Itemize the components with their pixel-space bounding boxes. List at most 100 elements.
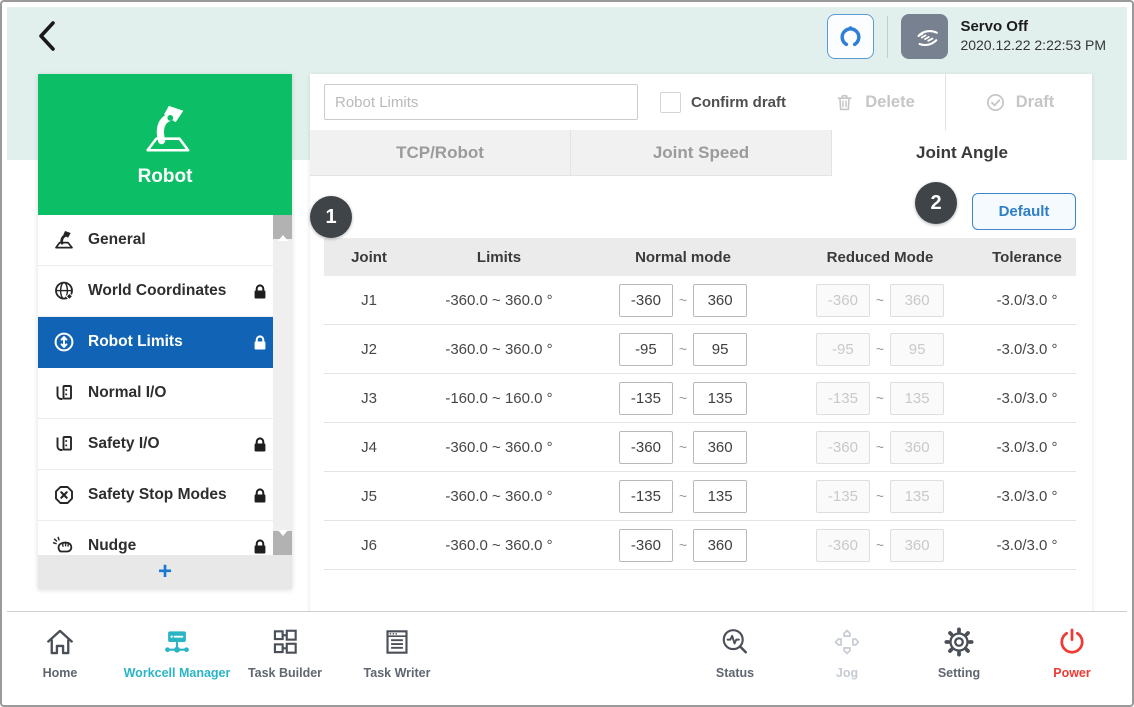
- item-name-input[interactable]: [324, 84, 638, 120]
- lock-icon: [252, 538, 268, 555]
- reduced-mode-cell: ~: [782, 382, 978, 415]
- tab-joint-speed[interactable]: Joint Speed: [571, 130, 832, 176]
- add-workcell-item-button[interactable]: +: [38, 555, 292, 589]
- reduced-min-input: [816, 480, 870, 513]
- reduced-min-input: [816, 333, 870, 366]
- nav-task-builder[interactable]: Task Builder: [230, 622, 340, 680]
- joint-limits: -360.0 ~ 360.0 °: [414, 439, 584, 456]
- reduced-max-input: [890, 431, 944, 464]
- reduced-mode-cell: ~: [782, 480, 978, 513]
- sidebar-item-robot-limits[interactable]: Robot Limits: [38, 317, 292, 368]
- sidebar-item-safety-stop-modes[interactable]: Safety Stop Modes: [38, 470, 292, 521]
- normal-max-input[interactable]: [693, 333, 747, 366]
- nav-home[interactable]: Home: [5, 622, 115, 680]
- nav-status[interactable]: Status: [680, 622, 790, 680]
- tilde-separator: ~: [876, 390, 884, 406]
- normal-min-input[interactable]: [619, 284, 673, 317]
- task-builder-icon: [269, 622, 301, 662]
- tilde-separator: ~: [679, 488, 687, 504]
- nav-label: Home: [43, 666, 78, 680]
- nav-setting[interactable]: Setting: [904, 622, 1014, 680]
- tab-tcp-robot[interactable]: TCP/Robot: [310, 130, 571, 176]
- cockpit-button[interactable]: [827, 14, 874, 59]
- sidebar-menu: General World Coordinates: [38, 215, 292, 589]
- sidebar-item-general[interactable]: General: [38, 215, 292, 266]
- bottom-navigation: Home Workcell Manager: [7, 611, 1127, 700]
- tilde-separator: ~: [876, 488, 884, 504]
- robot-general-icon: [51, 228, 77, 252]
- annotation-circle-2: 2: [915, 182, 957, 224]
- nav-label: Setting: [938, 666, 980, 680]
- tilde-separator: ~: [876, 439, 884, 455]
- normal-min-input[interactable]: [619, 382, 673, 415]
- triangle-down-icon: [278, 530, 288, 551]
- normal-max-input[interactable]: [693, 529, 747, 562]
- table-row: J6 -360.0 ~ 360.0 ° ~ ~ -3.0/3.0 °: [324, 521, 1076, 570]
- servo-hand-button[interactable]: [901, 14, 948, 59]
- nav-power[interactable]: Power: [1017, 622, 1127, 680]
- column-header-tolerance: Tolerance: [978, 249, 1076, 266]
- nav-label: Task Builder: [248, 666, 322, 680]
- normal-mode-cell: ~: [584, 480, 782, 513]
- tilde-separator: ~: [679, 439, 687, 455]
- joint-tolerance: -3.0/3.0 °: [978, 341, 1076, 358]
- joint-tolerance: -3.0/3.0 °: [978, 488, 1076, 505]
- column-header-reduced-mode: Reduced Mode: [782, 249, 978, 266]
- robot-arm-icon: [134, 102, 196, 158]
- table-row: J5 -360.0 ~ 360.0 ° ~ ~ -3.0/3.0 °: [324, 472, 1076, 521]
- joint-limits: -360.0 ~ 360.0 °: [414, 488, 584, 505]
- normal-min-input[interactable]: [619, 431, 673, 464]
- sidebar-item-label: Safety Stop Modes: [88, 486, 227, 504]
- reduced-mode-cell: ~: [782, 333, 978, 366]
- normal-min-input[interactable]: [619, 529, 673, 562]
- scroll-up-button[interactable]: [273, 215, 292, 239]
- nav-label: Status: [716, 666, 754, 680]
- sidebar-item-safety-io[interactable]: Safety I/O: [38, 419, 292, 470]
- reduced-max-input: [890, 480, 944, 513]
- check-circle-icon: [984, 91, 1007, 114]
- tab-joint-angle[interactable]: Joint Angle: [832, 130, 1092, 176]
- normal-mode-cell: ~: [584, 284, 782, 317]
- reduced-min-input: [816, 284, 870, 317]
- normal-max-input[interactable]: [693, 382, 747, 415]
- normal-max-input[interactable]: [693, 284, 747, 317]
- table-row: J2 -360.0 ~ 360.0 ° ~ ~ -3.0/3.0 °: [324, 325, 1076, 374]
- confirm-draft-label: Confirm draft: [691, 94, 786, 111]
- sidebar-item-normal-io[interactable]: Normal I/O: [38, 368, 292, 419]
- timestamp: 2020.12.22 2:22:53 PM: [960, 37, 1106, 55]
- normal-max-input[interactable]: [693, 431, 747, 464]
- normal-mode-cell: ~: [584, 529, 782, 562]
- scroll-down-button[interactable]: [273, 531, 292, 555]
- joint-label: J3: [324, 390, 414, 407]
- draft-button[interactable]: Draft: [946, 74, 1092, 130]
- table-row: J3 -160.0 ~ 160.0 ° ~ ~ -3.0/3.0 °: [324, 374, 1076, 423]
- robot-category-card[interactable]: Robot: [38, 74, 292, 215]
- nav-workcell-manager[interactable]: Workcell Manager: [122, 622, 232, 680]
- lock-icon: [252, 283, 268, 300]
- header-divider: [887, 16, 888, 58]
- status-cluster: Servo Off 2020.12.22 2:22:53 PM: [827, 14, 1106, 59]
- delete-button[interactable]: Delete: [803, 74, 945, 130]
- confirm-draft-checkbox[interactable]: [660, 92, 681, 113]
- normal-min-input[interactable]: [619, 480, 673, 513]
- sidebar-scrollbar[interactable]: [273, 215, 292, 555]
- normal-max-input[interactable]: [693, 480, 747, 513]
- reduced-min-input: [816, 382, 870, 415]
- back-button[interactable]: [26, 16, 68, 58]
- normal-mode-cell: ~: [584, 382, 782, 415]
- nav-task-writer[interactable]: Task Writer: [342, 622, 452, 680]
- joint-label: J5: [324, 488, 414, 505]
- io-connector-icon: [51, 432, 77, 456]
- sidebar-item-label: Normal I/O: [88, 384, 166, 402]
- sidebar-item-label: Robot Limits: [88, 333, 183, 351]
- sidebar: Robot General: [38, 74, 292, 589]
- servo-status: Servo Off: [960, 18, 1106, 37]
- power-icon: [1056, 622, 1088, 662]
- default-button[interactable]: Default: [972, 193, 1076, 230]
- joint-limits: -360.0 ~ 360.0 °: [414, 537, 584, 554]
- sidebar-item-world-coordinates[interactable]: World Coordinates: [38, 266, 292, 317]
- triangle-up-icon: [278, 220, 288, 241]
- lock-icon: [252, 487, 268, 504]
- normal-min-input[interactable]: [619, 333, 673, 366]
- nav-jog[interactable]: Jog: [792, 622, 902, 680]
